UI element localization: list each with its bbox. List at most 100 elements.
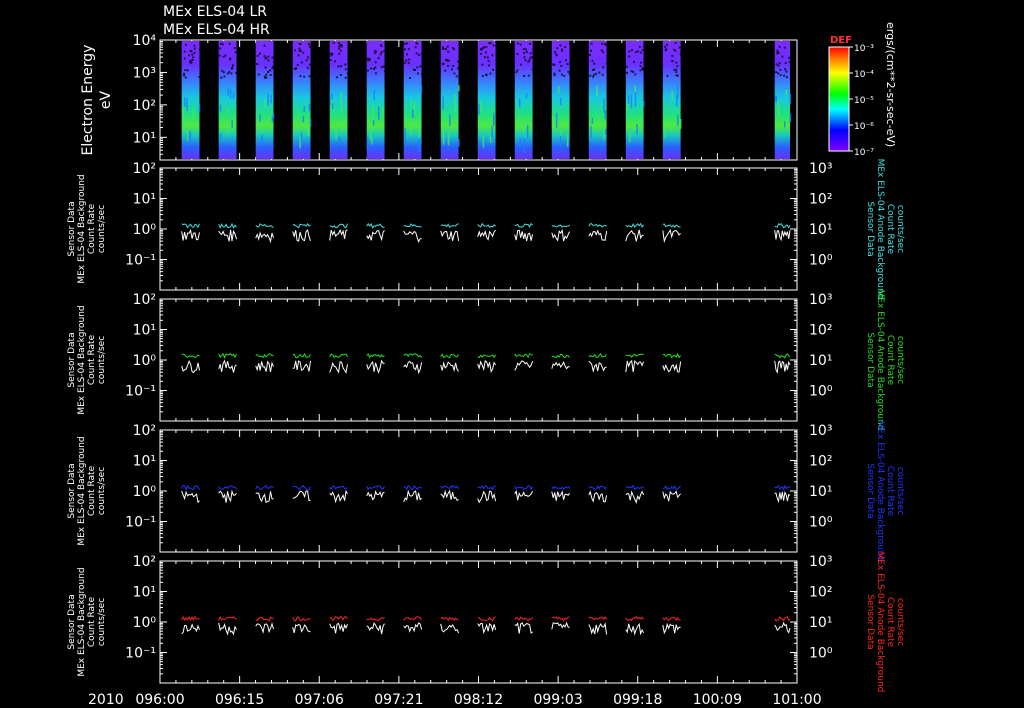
series-trace <box>477 354 497 359</box>
spectrogram-speckle <box>267 55 270 58</box>
spectrogram-speckle <box>642 68 645 71</box>
spectrogram-speckle <box>306 66 309 69</box>
right-axis-label-line: Sensor Data <box>865 463 875 518</box>
series-trace <box>366 621 385 635</box>
spectrogram-streak <box>670 120 673 133</box>
right-axis-label-line: Count Rate <box>885 597 895 648</box>
spectrogram-speckle <box>230 72 233 75</box>
spectrogram-speckle <box>404 48 407 51</box>
spectrogram-speckle <box>488 64 491 67</box>
series-trace <box>514 622 533 634</box>
spectrogram-speckle <box>220 69 223 72</box>
spectrogram-speckle <box>222 55 225 58</box>
series-trace <box>181 223 200 229</box>
series-trace <box>625 359 645 373</box>
spectrogram-streak <box>297 117 300 124</box>
spectrogram-speckle <box>339 73 342 76</box>
series-trace <box>218 359 237 373</box>
spectrogram-streak <box>331 103 334 110</box>
spectrogram-speckle <box>527 74 530 77</box>
spectrogram-speckle <box>265 73 268 76</box>
y-axis-label-line: counts/sec <box>97 336 107 384</box>
spectrogram-speckle <box>785 70 788 73</box>
series-1 <box>181 484 791 491</box>
spectrogram-streak <box>567 118 569 125</box>
spectrogram-speckle <box>447 59 450 62</box>
spectrogram-speckle <box>675 61 678 64</box>
series-trace <box>551 361 570 370</box>
spectrogram-streak <box>370 137 373 145</box>
spectrogram-speckle <box>267 71 270 74</box>
spectrogram-speckle <box>592 75 595 78</box>
spectrogram-speckle <box>305 59 308 62</box>
x-tick-label: 097:21 <box>374 692 423 708</box>
spectrogram-speckle <box>267 59 270 62</box>
spectrogram-interval <box>218 41 238 159</box>
spectrogram-speckle <box>492 68 495 71</box>
spectrogram-speckle <box>485 46 488 49</box>
series-trace <box>477 229 497 241</box>
series-trace <box>514 222 533 228</box>
right-axis-label-line: MEx ELS-04 Anode Background <box>875 421 885 562</box>
spectrogram-speckle <box>560 64 563 67</box>
y-tick-label: 10³ <box>133 65 156 81</box>
y-axis-label-line: Count Rate <box>87 334 97 385</box>
series-trace <box>588 484 607 491</box>
spectrogram-interval <box>292 41 312 159</box>
series-trace <box>774 360 791 374</box>
colorbar-tick-label: 10⁻⁷ <box>854 148 874 158</box>
y-tick-label-left: 10¹ <box>133 454 156 470</box>
spectrogram-interval <box>551 41 571 159</box>
x-tick-label: 096:15 <box>215 692 264 708</box>
spectrogram-streak <box>227 87 229 96</box>
series-trace <box>329 485 348 491</box>
spectrogram-speckle <box>675 71 678 74</box>
spectrogram-speckle <box>187 54 190 57</box>
spectrogram-speckle <box>479 52 482 55</box>
right-axis-label-line: Count Rate <box>885 335 895 386</box>
x-tick-label: 097:06 <box>295 692 344 708</box>
spectrogram-speckle <box>344 76 347 79</box>
spectrogram-streak <box>186 127 188 141</box>
y-axis-label-line: Count Rate <box>87 203 97 254</box>
y-axis-label-line: Sensor Data <box>67 201 77 256</box>
series-trace <box>477 360 497 373</box>
spectrogram-speckle <box>673 48 676 51</box>
spectrogram-speckle <box>783 74 786 77</box>
spectrogram-streak <box>418 139 420 152</box>
spectrogram-streak <box>335 129 337 140</box>
y-tick-label-left: 10¹ <box>133 192 156 208</box>
series-trace <box>403 616 422 621</box>
y-axis-label-line: MEx ELS-04 Background <box>77 305 87 414</box>
spectrogram-speckle <box>189 50 192 53</box>
spectrogram-speckle <box>256 63 259 66</box>
series-trace <box>181 623 200 635</box>
spectrogram-speckle <box>220 42 223 45</box>
series-trace <box>292 360 311 372</box>
spectrogram-streak <box>634 85 636 93</box>
spectrogram-speckle <box>634 51 637 54</box>
x-tick-label: 100:09 <box>693 692 742 708</box>
spectrogram-streak <box>523 124 525 133</box>
y-tick-label-left: 10⁻¹ <box>125 384 156 400</box>
series-1 <box>181 352 791 360</box>
series-trace <box>514 489 534 501</box>
series-trace <box>625 615 644 622</box>
spectrogram-streak <box>270 94 272 104</box>
spectrogram-speckle <box>453 72 456 75</box>
spectrogram-speckle <box>191 53 194 56</box>
series-trace <box>292 484 311 491</box>
spectrogram-speckle <box>784 62 787 65</box>
spectrogram-column <box>329 41 348 159</box>
spectrogram-speckle <box>380 50 383 53</box>
spectrogram-speckle <box>640 61 643 64</box>
y-tick-label-left: 10⁰ <box>133 615 157 631</box>
spectrogram-streak <box>604 129 607 135</box>
spectrogram-streak <box>643 100 645 107</box>
series-trace <box>588 223 607 228</box>
spectrogram-speckle <box>525 50 528 53</box>
y-tick-label-left: 10⁻¹ <box>125 515 156 531</box>
spectrogram-speckle <box>263 44 266 47</box>
series-trace <box>292 490 311 502</box>
series-trace <box>551 353 570 359</box>
